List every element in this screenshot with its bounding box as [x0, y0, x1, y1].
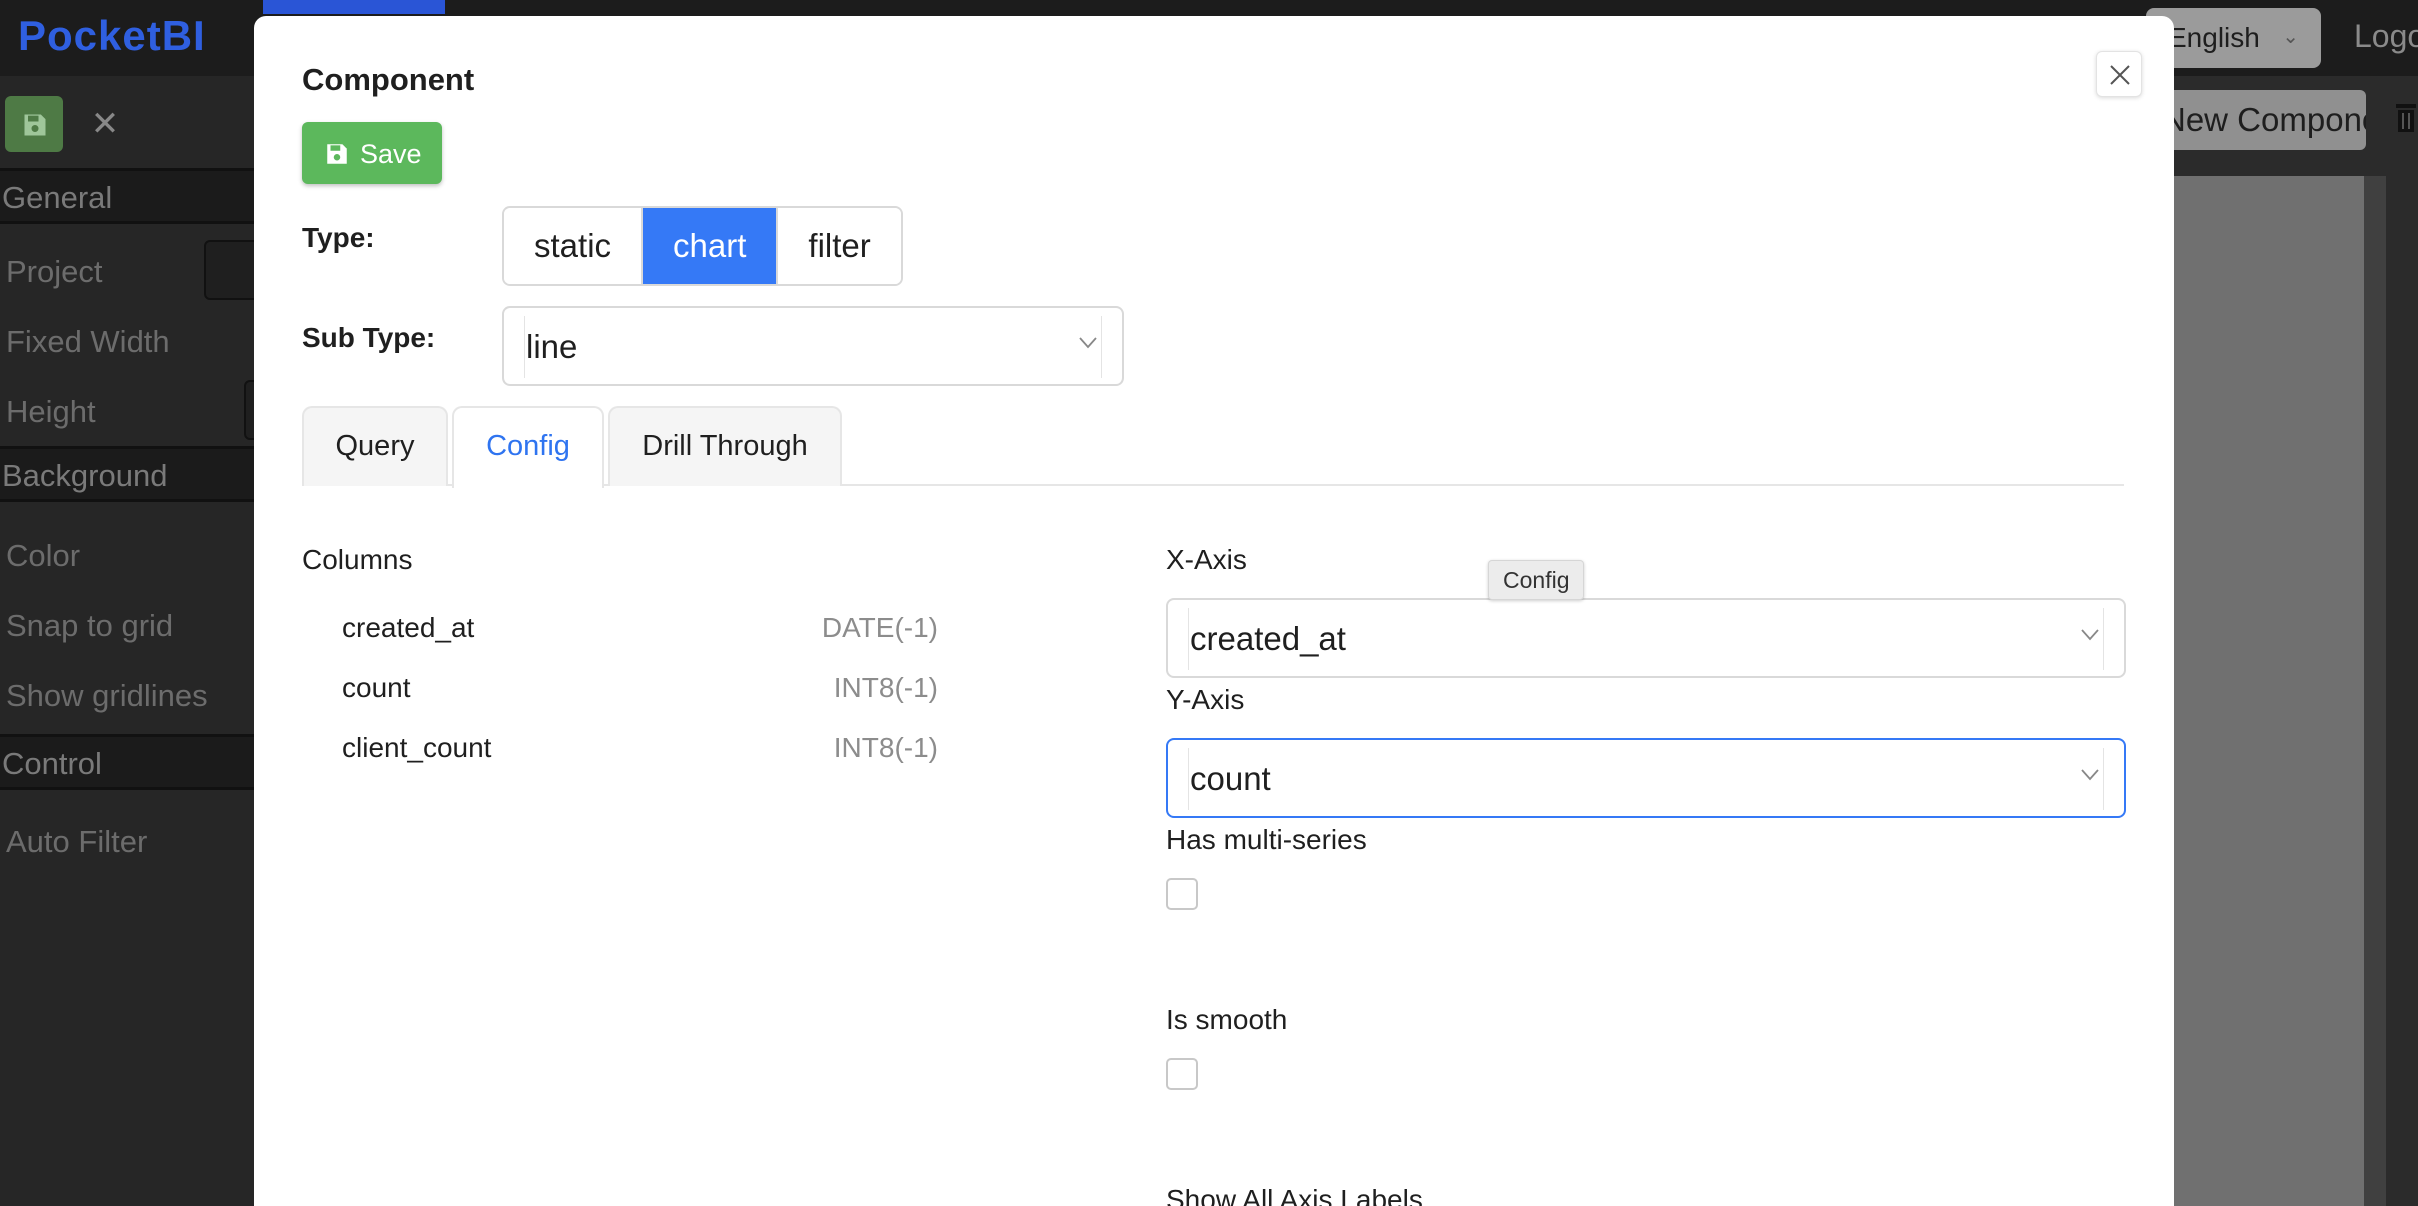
column-name: client_count	[342, 732, 492, 763]
smooth-label: Is smooth	[1166, 1004, 1288, 1035]
select-divider	[1188, 608, 1189, 670]
sidebar: ✕ General Project Fixed Width Height Bac…	[0, 76, 254, 1206]
multi-series-label: Has multi-series	[1166, 824, 1367, 855]
sidebar-item-snap-to-grid: Snap to grid	[6, 608, 174, 643]
sidebar-close-button[interactable]: ✕	[76, 96, 134, 152]
language-label: English	[2168, 22, 2260, 53]
tab-config[interactable]: Config	[452, 406, 604, 488]
column-row: created_at DATE(-1)	[342, 612, 938, 644]
select-divider	[2103, 748, 2104, 810]
columns-heading: Columns	[302, 544, 413, 575]
type-option-filter[interactable]: filter	[778, 208, 901, 284]
app-logo[interactable]: PocketBI	[18, 12, 206, 60]
x-axis-value: created_at	[1190, 620, 1346, 657]
close-icon	[2110, 65, 2130, 85]
column-type: INT8(-1)	[833, 672, 938, 703]
component-modal: Component Save Type: static chart filter…	[254, 16, 2174, 1206]
column-row: count INT8(-1)	[342, 672, 938, 704]
sidebar-item-auto-filter: Auto Filter	[6, 824, 148, 859]
save-button[interactable]: Save	[302, 122, 442, 184]
canvas-scrollbar[interactable]	[2364, 176, 2386, 1206]
chevron-down-icon	[2081, 769, 2099, 781]
logout-link[interactable]: Logout	[2354, 18, 2418, 55]
floppy-disk-icon	[24, 114, 46, 136]
sidebar-section-general[interactable]: General	[0, 168, 254, 224]
select-divider	[2103, 608, 2104, 670]
tab-drill-through[interactable]: Drill Through	[608, 406, 842, 486]
tab-query[interactable]: Query	[302, 406, 448, 486]
show-all-axis-labels-label: Show All Axis Labels	[1166, 1184, 1423, 1206]
subtype-value: line	[526, 328, 578, 365]
select-divider	[1101, 316, 1102, 378]
multi-series-checkbox[interactable]	[1166, 878, 1198, 910]
type-option-static[interactable]: static	[504, 208, 644, 284]
chevron-down-icon	[2081, 629, 2099, 641]
sidebar-item-color: Color	[6, 538, 81, 573]
sidebar-item-fixed-width: Fixed Width	[6, 324, 170, 359]
tooltip: Config	[1488, 560, 1585, 600]
sidebar-item-height: Height	[6, 394, 96, 429]
sidebar-item-project: Project	[6, 254, 103, 289]
subtype-select[interactable]: line	[502, 306, 1124, 386]
x-axis-select[interactable]: created_at	[1166, 598, 2126, 678]
type-option-chart[interactable]: chart	[643, 208, 779, 284]
select-divider	[1188, 748, 1189, 810]
floppy-disk-icon	[327, 144, 347, 164]
x-axis-label: X-Axis	[1166, 544, 1247, 575]
select-divider	[524, 316, 525, 378]
sidebar-section-control[interactable]: Control	[0, 734, 254, 790]
y-axis-label: Y-Axis	[1166, 684, 1245, 715]
smooth-checkbox[interactable]	[1166, 1058, 1198, 1090]
column-type: DATE(-1)	[821, 612, 938, 643]
sidebar-save-button[interactable]	[5, 96, 63, 152]
trash-icon[interactable]	[2394, 100, 2418, 134]
column-row: client_count INT8(-1)	[342, 732, 938, 764]
close-icon: ✕	[90, 105, 120, 143]
subtype-label: Sub Type:	[302, 322, 436, 353]
sidebar-item-show-gridlines: Show gridlines	[6, 678, 208, 713]
sidebar-section-background[interactable]: Background	[0, 446, 254, 502]
project-input[interactable]	[204, 240, 254, 300]
column-name: created_at	[342, 612, 475, 643]
chevron-down-icon: ⌄	[2282, 26, 2299, 48]
modal-title: Component	[302, 62, 475, 97]
column-name: count	[342, 672, 411, 703]
tab-bar: Query Config Drill Through	[302, 406, 2124, 488]
type-label: Type:	[302, 222, 375, 253]
new-component-button[interactable]: New Component	[2150, 90, 2366, 150]
column-type: INT8(-1)	[833, 732, 938, 763]
dashboard-canvas[interactable]	[2174, 176, 2364, 1206]
save-label: Save	[360, 139, 422, 169]
y-axis-value: count	[1190, 760, 1271, 797]
y-axis-select[interactable]: count	[1166, 738, 2126, 818]
height-input[interactable]	[244, 380, 254, 440]
chevron-down-icon	[1079, 337, 1097, 349]
active-nav-tab[interactable]	[263, 0, 445, 14]
type-segmented-control: static chart filter	[502, 206, 903, 286]
modal-close-button[interactable]	[2096, 51, 2142, 97]
